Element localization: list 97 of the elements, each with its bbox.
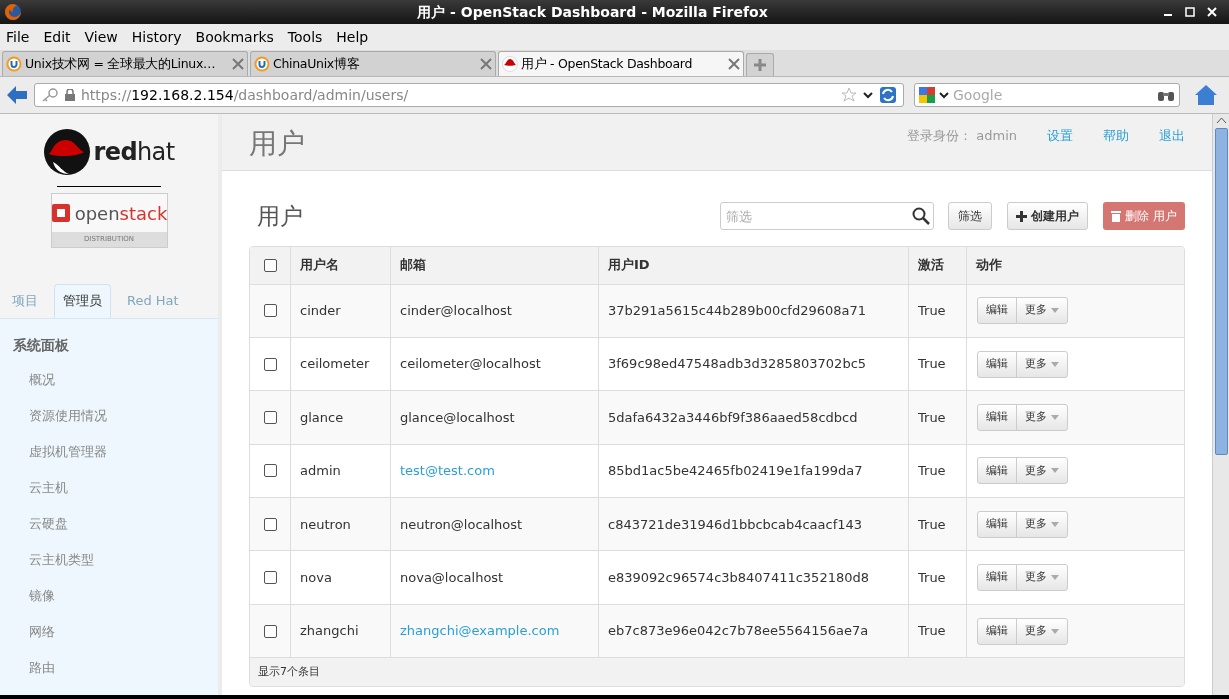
tab-title: 用户 - OpenStack Dashboard <box>521 54 694 73</box>
plus-icon <box>1016 210 1028 222</box>
column-header: 动作 <box>975 256 1003 275</box>
caret-icon <box>1051 521 1059 527</box>
table-cell: True <box>909 284 967 337</box>
lock-icon <box>65 89 75 101</box>
trash-icon <box>1111 210 1122 223</box>
menu-item[interactable]: Edit <box>43 26 71 48</box>
more-button[interactable]: 更多 <box>1016 351 1067 377</box>
caret-icon[interactable] <box>939 91 949 99</box>
column-header: 用户ID <box>599 246 909 284</box>
brand-name: redhat <box>93 137 175 168</box>
caret-icon <box>1051 361 1059 367</box>
edit-button[interactable]: 编辑 <box>978 511 1016 537</box>
search-icon[interactable] <box>912 207 931 226</box>
browser-tab[interactable]: Unix技术网 = 全球最大的Linux… <box>2 51 248 76</box>
caret-icon[interactable] <box>863 91 873 99</box>
checkbox[interactable] <box>263 258 277 272</box>
more-button[interactable]: 更多 <box>1016 458 1067 484</box>
menu-item[interactable]: History <box>131 26 182 48</box>
star-icon[interactable] <box>841 87 857 103</box>
page-title: 用户 <box>249 126 305 162</box>
sidebar-tab[interactable]: 管理员 <box>54 283 111 318</box>
table-cell: True <box>909 551 967 604</box>
column-header: 激活 <box>909 246 967 284</box>
filter-button[interactable]: 筛选 <box>948 202 993 231</box>
sidebar-item[interactable]: 概况 <box>0 361 218 398</box>
sidebar-item[interactable]: 镜像 <box>0 577 218 614</box>
table-cell: 5dafa6432a3446bf9f386aaed58cdbcd <box>599 391 909 444</box>
window-title: 用户 - OpenStack Dashboard - Mozilla Firefox <box>417 2 768 22</box>
filter-field[interactable]: 筛选 <box>720 202 935 231</box>
table-footer: 显示7个条目 <box>258 664 320 681</box>
checkbox[interactable] <box>263 517 277 531</box>
create-user-button[interactable]: 创建用户 <box>1007 202 1089 231</box>
home-icon[interactable] <box>1194 84 1218 106</box>
table-cell: nova <box>291 551 391 604</box>
address-bar[interactable]: https://192.168.2.154/dashboard/admin/users/ <box>34 83 904 107</box>
checkbox[interactable] <box>263 571 277 585</box>
edit-button[interactable]: 编辑 <box>978 351 1016 377</box>
tab-title: ChinaUnix博客 <box>273 54 361 73</box>
checkbox[interactable] <box>263 410 277 424</box>
checkbox[interactable] <box>263 464 277 478</box>
more-button[interactable]: 更多 <box>1016 565 1067 591</box>
search-field[interactable]: Google <box>914 83 1180 107</box>
menu-item[interactable]: File <box>6 26 30 48</box>
firefox-icon <box>4 3 22 21</box>
table-cell: e839092c96574c3b8407411c352180d8 <box>599 551 909 604</box>
back-arrow-icon[interactable] <box>6 85 28 105</box>
search-input[interactable]: Google <box>953 84 1153 106</box>
browser-tab[interactable]: ChinaUnix博客 <box>250 51 496 76</box>
column-header: 邮箱 <box>391 246 599 284</box>
column-header: 用户名 <box>291 246 391 284</box>
more-button[interactable]: 更多 <box>1016 618 1067 644</box>
site-icon <box>254 56 270 72</box>
scrollbar[interactable] <box>1212 114 1229 695</box>
table-cell: glance@localhost <box>391 391 599 444</box>
hat-icon <box>502 56 518 72</box>
checkbox[interactable] <box>263 624 277 638</box>
browser-tab[interactable]: 用户 - OpenStack Dashboard <box>498 51 744 76</box>
edit-button[interactable]: 编辑 <box>978 404 1016 430</box>
reload-icon[interactable] <box>879 86 897 104</box>
menu-item[interactable]: Bookmarks <box>195 26 274 48</box>
tab-title: Unix技术网 = 全球最大的Linux… <box>25 54 217 73</box>
table-cell: cinder@localhost <box>391 284 599 337</box>
table-cell: True <box>909 391 967 444</box>
key-icon <box>41 87 59 103</box>
table-cell: glance <box>291 391 391 444</box>
edit-button[interactable]: 编辑 <box>978 298 1016 324</box>
table-cell: 37b291a5615c44b289b00cfd29608a71 <box>599 284 909 337</box>
caret-icon <box>1051 414 1059 420</box>
table-cell: nova@localhost <box>391 551 599 604</box>
product-name: openstack <box>74 201 168 226</box>
caret-icon <box>1051 575 1059 581</box>
table-cell: cinder <box>291 284 391 337</box>
caret-icon <box>1051 468 1059 474</box>
caret-icon <box>1051 628 1059 634</box>
more-button[interactable]: 更多 <box>1016 404 1067 430</box>
caret-icon <box>1051 308 1059 314</box>
edit-button[interactable]: 编辑 <box>978 618 1016 644</box>
site-icon <box>6 56 22 72</box>
more-button[interactable]: 更多 <box>1016 511 1067 537</box>
menu-item[interactable]: Tools <box>287 26 323 48</box>
checkbox[interactable] <box>263 304 277 318</box>
edit-button[interactable]: 编辑 <box>978 458 1016 484</box>
menu-item[interactable]: Help <box>336 26 369 48</box>
more-button[interactable]: 更多 <box>1016 298 1067 324</box>
menu-item[interactable]: View <box>84 26 118 48</box>
panel-heading: 系统面板 <box>12 335 70 355</box>
hat-logo-icon <box>43 128 92 176</box>
plus-icon <box>753 58 767 72</box>
url-text: https://192.168.2.154/dashboard/admin/users/ <box>81 85 409 105</box>
edit-button[interactable]: 编辑 <box>978 565 1016 591</box>
checkbox[interactable] <box>263 357 277 371</box>
maximize-icon[interactable] <box>1185 7 1195 17</box>
login-info: 登录身份： admin <box>907 127 1017 145</box>
section-title: 用户 <box>257 202 303 231</box>
sidebar-item[interactable]: 路由 <box>0 649 218 686</box>
